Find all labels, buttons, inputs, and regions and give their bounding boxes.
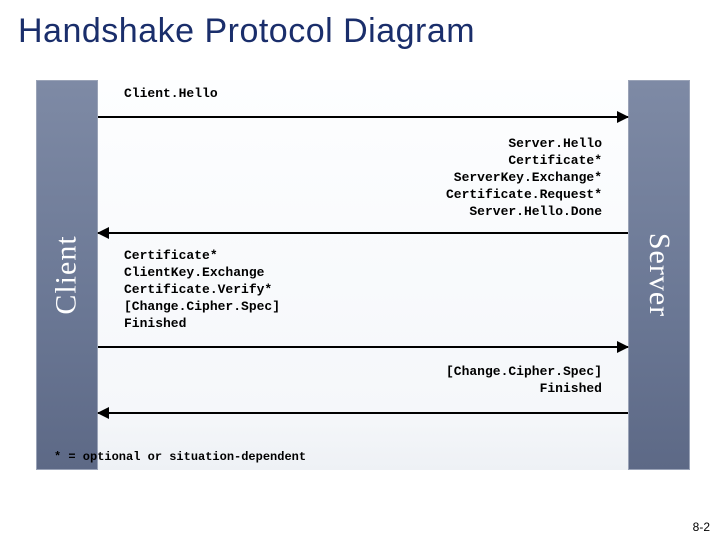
arrow-server-finish bbox=[98, 412, 628, 414]
arrow-client-block bbox=[98, 346, 628, 348]
message-line: [Change.Cipher.Spec] bbox=[124, 299, 280, 316]
message-line: Server.Hello.Done bbox=[446, 204, 602, 221]
message-line: Server.Hello bbox=[446, 136, 602, 153]
msg-server-block: Server.HelloCertificate*ServerKey.Exchan… bbox=[446, 136, 602, 220]
message-line: Certificate.Verify* bbox=[124, 282, 280, 299]
diagram-stage: Client Server Client.Hello Server.HelloC… bbox=[36, 80, 690, 470]
footnote: * = optional or situation-dependent bbox=[54, 450, 306, 464]
slide-number: 8-2 bbox=[693, 520, 710, 534]
message-line: [Change.Cipher.Spec] bbox=[446, 364, 602, 381]
server-rail: Server bbox=[628, 80, 690, 470]
message-line: Certificate* bbox=[124, 248, 280, 265]
message-line: Certificate.Request* bbox=[446, 187, 602, 204]
message-line: Finished bbox=[446, 381, 602, 398]
message-line: ClientKey.Exchange bbox=[124, 265, 280, 282]
message-lane: Client.Hello Server.HelloCertificate*Ser… bbox=[98, 80, 628, 470]
message-line: Finished bbox=[124, 316, 280, 333]
msg-client-block: Certificate*ClientKey.ExchangeCertificat… bbox=[124, 248, 280, 332]
msg-server-finish: [Change.Cipher.Spec]Finished bbox=[446, 364, 602, 398]
client-rail: Client bbox=[36, 80, 98, 470]
client-label: Client bbox=[50, 235, 84, 314]
arrow-server-block bbox=[98, 232, 628, 234]
message-line: Certificate* bbox=[446, 153, 602, 170]
slide-title: Handshake Protocol Diagram bbox=[0, 0, 720, 51]
arrow-client-hello bbox=[98, 116, 628, 118]
msg-client-hello: Client.Hello bbox=[124, 86, 218, 103]
server-label: Server bbox=[642, 233, 676, 317]
message-line: ServerKey.Exchange* bbox=[446, 170, 602, 187]
message-line: Client.Hello bbox=[124, 86, 218, 103]
